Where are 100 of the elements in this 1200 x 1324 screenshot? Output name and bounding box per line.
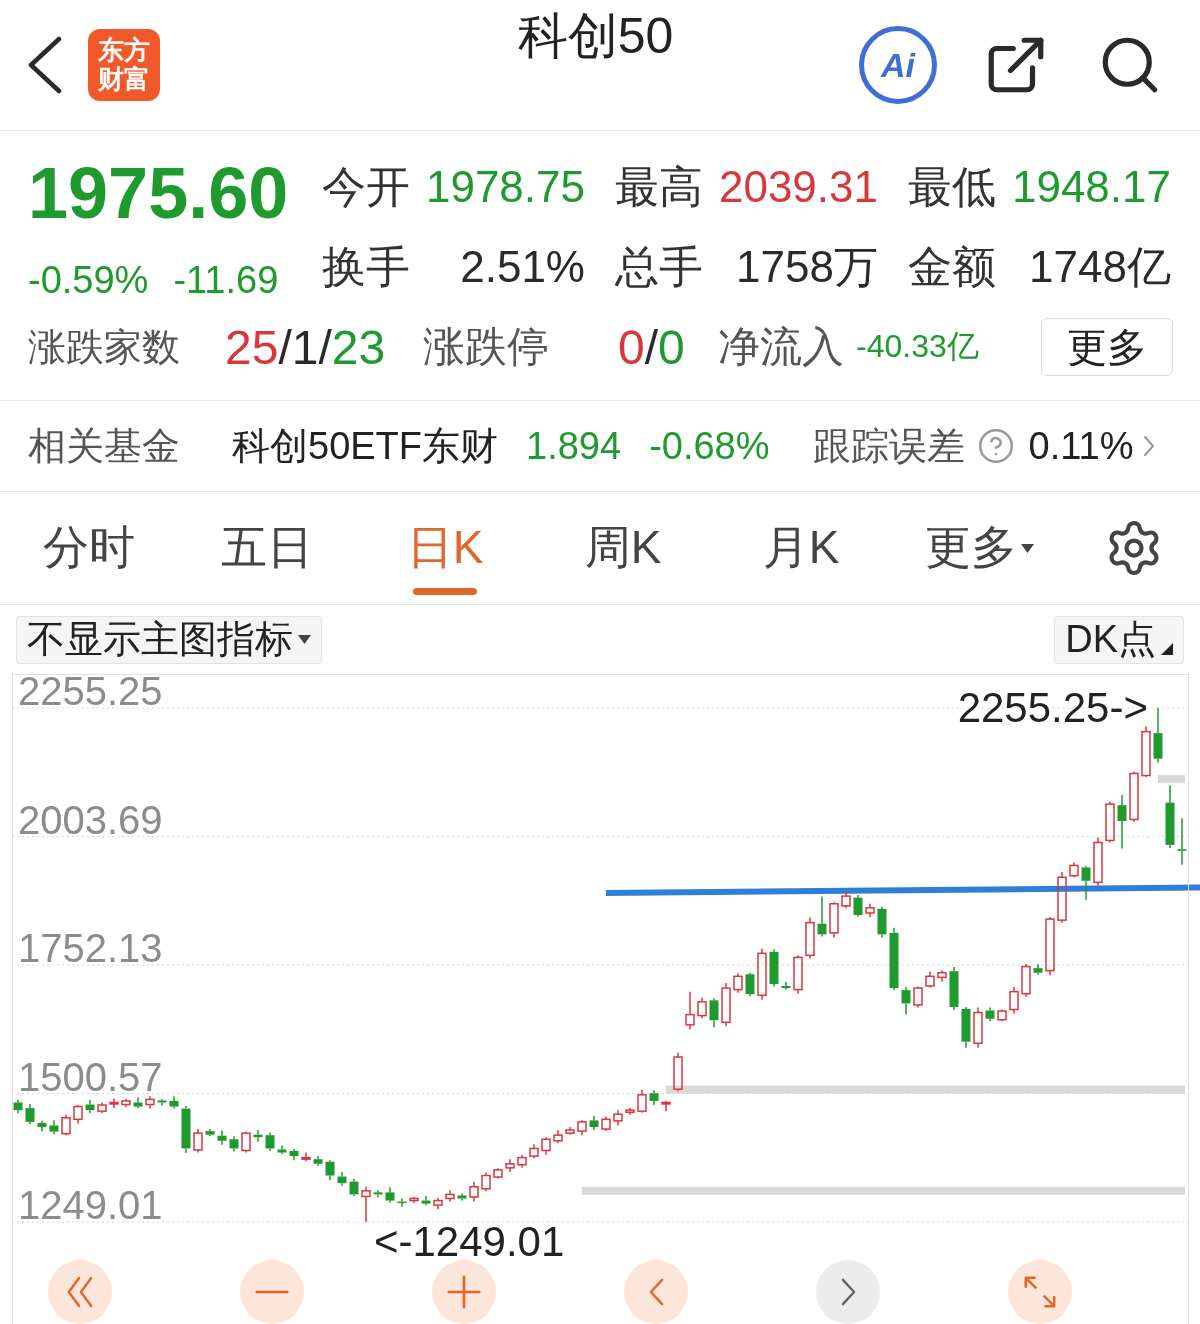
rising-candle <box>997 1008 1007 1022</box>
rising-candle <box>865 903 875 918</box>
caret-icon <box>298 635 311 644</box>
plus-icon <box>447 1275 481 1309</box>
stat-value: 1758万 <box>736 240 878 293</box>
rising-candle <box>577 1119 587 1136</box>
falling-candle <box>709 997 719 1029</box>
rising-candle <box>469 1180 479 1203</box>
rising-candle <box>505 1158 515 1173</box>
minus-icon <box>255 1290 289 1294</box>
rising-candle <box>913 985 923 1009</box>
rising-candle <box>685 990 695 1031</box>
back-button[interactable] <box>26 34 64 96</box>
rising-candle <box>481 1171 491 1193</box>
rising-candle <box>493 1167 503 1180</box>
falling-candle <box>13 1099 23 1114</box>
net-inflow-value: -40.33亿 <box>856 327 980 366</box>
rising-candle <box>721 982 731 1028</box>
rising-candle <box>1009 986 1019 1015</box>
low-price-marker: <-1249.01 <box>374 1218 565 1265</box>
double-chevron-left-icon <box>66 1276 94 1308</box>
indicator-dropdown[interactable]: 不显示主图指标 <box>16 615 322 664</box>
period-tab[interactable]: 分时 <box>0 492 178 604</box>
stat-value: 1748亿 <box>1029 240 1171 293</box>
falling-candle <box>457 1192 467 1202</box>
rising-candle <box>973 1006 983 1049</box>
rising-candle <box>829 901 839 939</box>
falling-candle <box>337 1171 347 1187</box>
rising-candle <box>121 1098 131 1108</box>
falling-candle <box>277 1144 287 1155</box>
rising-candle <box>613 1109 623 1127</box>
falling-candle <box>985 1006 995 1022</box>
corner-triangle-icon <box>1161 642 1173 655</box>
gap-band <box>1158 775 1185 784</box>
stat-value: 2.51% <box>460 242 585 292</box>
rising-candle <box>757 947 767 1001</box>
rising-candle <box>601 1116 611 1132</box>
axis-label: 2255.25 <box>18 674 163 713</box>
falling-candle <box>961 1006 971 1049</box>
falling-candle <box>817 895 827 938</box>
rising-candle <box>673 1051 683 1092</box>
falling-candle <box>325 1159 335 1181</box>
stat-label: 金额 <box>908 240 996 293</box>
falling-candle <box>1033 963 1043 976</box>
rising-candle <box>733 972 743 994</box>
falling-candle <box>421 1195 431 1206</box>
falling-candle <box>181 1105 191 1154</box>
rising-candle <box>841 890 851 910</box>
period-tab[interactable]: 更多 <box>890 492 1068 604</box>
rising-candle <box>145 1095 155 1110</box>
falling-candle <box>133 1096 143 1109</box>
page-title: 科创50 <box>517 7 674 66</box>
falling-candle <box>229 1135 239 1153</box>
falling-candle <box>25 1103 35 1125</box>
fund-price: 1.894 <box>526 424 622 468</box>
more-button[interactable]: 更多 <box>1041 318 1173 376</box>
falling-candle <box>649 1089 659 1106</box>
chevron-right-icon[interactable] <box>1143 434 1156 458</box>
rising-candle <box>565 1126 575 1136</box>
period-tab[interactable]: 月K <box>712 492 890 604</box>
falling-candle <box>877 906 887 939</box>
rising-candle <box>553 1129 563 1145</box>
axis-label: 1249.01 <box>18 1183 163 1227</box>
fund-name[interactable]: 科创50ETF东财 <box>232 420 499 472</box>
axis-label: 2003.69 <box>18 797 163 842</box>
breadth-label: 涨跌家数 <box>28 324 181 370</box>
falling-candle <box>949 966 959 1011</box>
falling-candle <box>373 1189 383 1199</box>
app-logo: 东方财富 <box>88 29 160 101</box>
tracking-error-label: 跟踪误差 <box>812 423 965 469</box>
caret-icon <box>1020 543 1034 553</box>
breadth-value: 25/1/23 <box>225 319 387 375</box>
dk-point-button[interactable]: DK点 <box>1054 615 1184 664</box>
rising-candle <box>241 1130 251 1154</box>
stat-label: 换手 <box>322 240 410 293</box>
period-tab[interactable]: 周K <box>534 492 712 604</box>
rising-candle <box>637 1088 647 1114</box>
falling-candle <box>589 1115 599 1131</box>
rising-candle <box>925 970 935 989</box>
help-icon[interactable] <box>976 427 1015 465</box>
falling-candle <box>253 1129 263 1143</box>
period-tab[interactable]: 五日 <box>178 492 356 604</box>
rising-candle <box>541 1136 551 1156</box>
falling-candle <box>313 1155 323 1167</box>
stat-value: 1948.17 <box>1011 162 1171 212</box>
rising-candle <box>697 997 707 1019</box>
ai-button[interactable]: Ai <box>859 26 937 104</box>
rising-candle <box>661 1100 671 1112</box>
rising-candle <box>301 1151 311 1162</box>
rising-candle <box>361 1186 371 1223</box>
falling-candle <box>1117 794 1127 850</box>
rising-candle <box>625 1107 635 1116</box>
falling-candle <box>217 1129 227 1146</box>
rising-candle <box>409 1196 419 1204</box>
fund-change: -0.68% <box>649 424 770 468</box>
falling-candle <box>205 1128 215 1137</box>
falling-candle <box>889 927 899 991</box>
rising-candle <box>61 1114 71 1136</box>
rising-candle <box>97 1101 107 1114</box>
expand-icon <box>1024 1276 1056 1308</box>
